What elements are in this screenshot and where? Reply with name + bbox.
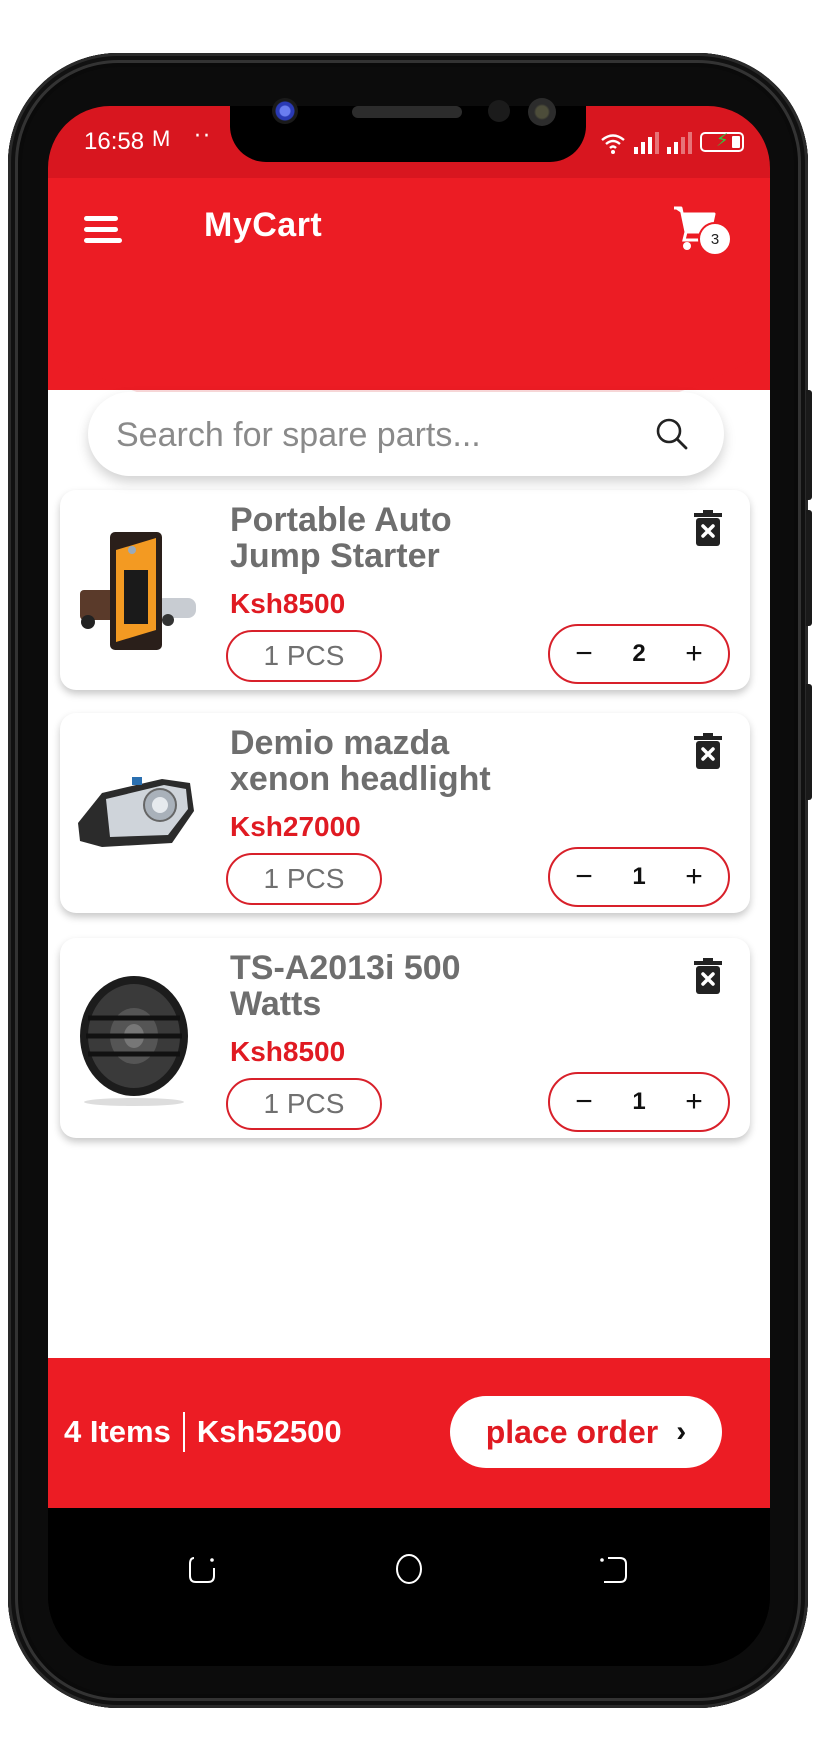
back-icon[interactable] xyxy=(596,1552,630,1586)
jump-starter-image xyxy=(80,532,196,650)
order-summary: 4 Items Ksh52500 xyxy=(64,1412,342,1452)
hamburger-menu-icon[interactable] xyxy=(84,216,124,244)
increment-button[interactable]: + xyxy=(682,1087,706,1117)
speaker-image xyxy=(80,976,188,1106)
product-price: Ksh27000 xyxy=(230,811,361,842)
search-bar xyxy=(88,392,724,476)
proximity-sensor xyxy=(488,100,510,122)
delete-item-icon[interactable] xyxy=(694,510,722,546)
home-icon[interactable] xyxy=(392,1552,426,1586)
items-count: 4 Items xyxy=(64,1414,171,1449)
place-order-button[interactable]: place order › xyxy=(450,1396,722,1468)
cart-item: Portable Auto Jump Starter Ksh8500 1 PCS… xyxy=(60,490,750,690)
unit-selector[interactable]: 1 PCS xyxy=(226,630,382,682)
volume-down-button xyxy=(806,510,812,626)
wifi-icon xyxy=(601,134,625,154)
app-header: MyCart 3 xyxy=(48,178,770,318)
cart-content: Portable Auto Jump Starter Ksh8500 1 PCS… xyxy=(48,318,770,1358)
order-total: Ksh52500 xyxy=(196,1414,342,1449)
product-name[interactable]: TS-A2013i 500 Watts xyxy=(230,950,530,1022)
front-camera-lens xyxy=(272,98,298,124)
quantity-stepper: − 1 + xyxy=(548,847,730,907)
decrement-button[interactable]: − xyxy=(572,639,596,669)
cart-count-badge: 3 xyxy=(698,222,732,256)
delete-item-icon[interactable] xyxy=(694,733,722,769)
shopping-cart-button[interactable]: 3 xyxy=(672,204,732,256)
screen: 16:58 M ·· ⚡ MyCart 3 Search for spare p… xyxy=(48,106,770,1666)
increment-button[interactable]: + xyxy=(682,639,706,669)
battery-charging-icon: ⚡ xyxy=(700,131,744,152)
checkout-bar: 4 Items Ksh52500 place order › xyxy=(48,1358,770,1508)
quantity-stepper: − 2 + xyxy=(548,624,730,684)
status-time: 16:58 xyxy=(84,128,145,155)
product-price: Ksh8500 xyxy=(230,588,346,619)
light-sensor xyxy=(528,98,556,126)
headlight-image xyxy=(78,777,194,847)
gmail-icon: M xyxy=(152,126,171,151)
power-button xyxy=(806,684,812,800)
quantity-stepper: − 1 + xyxy=(548,1072,730,1132)
search-input[interactable] xyxy=(114,408,638,462)
earpiece-speaker xyxy=(352,106,462,118)
header-extension xyxy=(48,318,770,390)
delete-item-icon[interactable] xyxy=(694,958,722,994)
volume-up-button xyxy=(806,390,812,500)
cart-item: Demio mazda xenon headlight Ksh27000 1 P… xyxy=(60,713,750,913)
chevron-right-icon: › xyxy=(676,1415,687,1448)
page-title: MyCart xyxy=(204,206,323,244)
recent-apps-icon[interactable] xyxy=(186,1552,220,1586)
decrement-button[interactable]: − xyxy=(572,862,596,892)
quantity-value: 1 xyxy=(632,1088,646,1115)
signal-sim2-icon xyxy=(667,132,692,154)
signal-sim1-icon xyxy=(634,132,659,154)
summary-divider xyxy=(182,1412,185,1452)
cart-item: TS-A2013i 500 Watts Ksh8500 1 PCS − 1 + xyxy=(60,938,750,1138)
product-name[interactable]: Demio mazda xenon headlight xyxy=(230,725,530,797)
more-dots-icon: ·· xyxy=(194,124,212,149)
unit-selector[interactable]: 1 PCS xyxy=(226,1078,382,1130)
quantity-value: 1 xyxy=(632,863,646,890)
product-price: Ksh8500 xyxy=(230,1036,346,1067)
decrement-button[interactable]: − xyxy=(572,1087,596,1117)
place-order-label: place order xyxy=(485,1413,659,1450)
system-navigation-bar xyxy=(48,1508,770,1666)
product-name[interactable]: Portable Auto Jump Starter xyxy=(230,502,530,574)
quantity-value: 2 xyxy=(632,640,646,667)
unit-selector[interactable]: 1 PCS xyxy=(226,853,382,905)
increment-button[interactable]: + xyxy=(682,862,706,892)
search-icon[interactable] xyxy=(654,416,690,452)
